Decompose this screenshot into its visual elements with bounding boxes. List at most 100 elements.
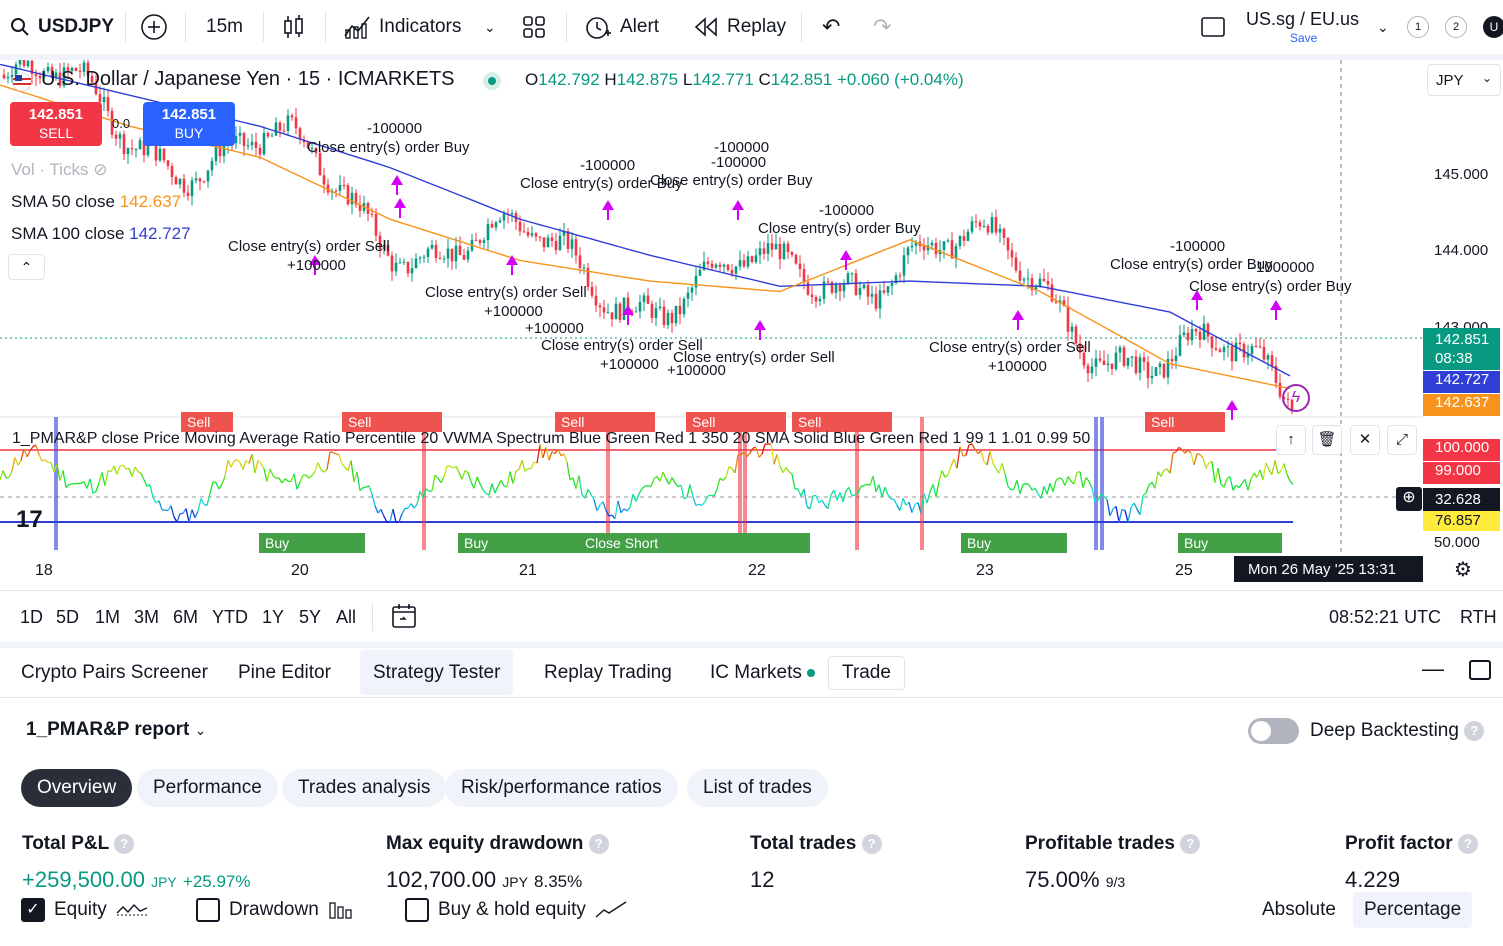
layout-dropdown[interactable]: ⌄: [1377, 0, 1389, 54]
tab-performance[interactable]: Performance: [137, 769, 278, 807]
checkbox-unchecked[interactable]: [405, 898, 429, 922]
buy-hold-checkbox[interactable]: Buy & hold equity: [405, 898, 627, 922]
help-icon[interactable]: ?: [588, 833, 609, 854]
help-icon[interactable]: ?: [114, 833, 135, 854]
range-1m[interactable]: 1M: [95, 607, 120, 628]
oscillator-legend[interactable]: 1_PMAR&P close Price Moving Average Rati…: [12, 430, 1090, 448]
layout-name[interactable]: US.sg / EU.us: [1246, 9, 1359, 30]
equity-checkbox[interactable]: ✓ Equity: [21, 898, 148, 922]
currency-select[interactable]: JPY ⌄: [1427, 64, 1501, 96]
maximize-pane-button[interactable]: ⤢: [1387, 425, 1417, 455]
utc-clock[interactable]: 08:52:21 UTC: [1329, 607, 1441, 628]
goto-date-button[interactable]: [390, 602, 418, 635]
indicators-button[interactable]: Indicators: [343, 0, 461, 54]
candle-body: [578, 255, 582, 268]
candle-body: [486, 223, 490, 241]
notification-2[interactable]: 2: [1445, 0, 1467, 54]
hidden-eye-icon[interactable]: ⊘: [93, 160, 107, 179]
sma50-legend[interactable]: SMA 50 close 142.637: [11, 192, 181, 212]
help-icon[interactable]: ?: [1464, 720, 1485, 741]
undo-button[interactable]: ↶: [822, 0, 840, 54]
oscillator-segment: [776, 454, 781, 467]
candle-body: [530, 233, 534, 236]
tab-trades-analysis[interactable]: Trades analysis: [282, 769, 447, 807]
range-all[interactable]: All: [336, 607, 356, 628]
tab-risk-ratios[interactable]: Risk/performance ratios: [445, 769, 678, 807]
market-status-icon[interactable]: [483, 72, 501, 90]
oscillator-segment: [1160, 470, 1165, 477]
range-1y[interactable]: 1Y: [262, 607, 284, 628]
lightning-icon[interactable]: ϟ: [1282, 384, 1310, 412]
sma100-legend[interactable]: SMA 100 close 142.727: [11, 224, 191, 244]
range-ytd[interactable]: YTD: [212, 607, 248, 628]
candle-body: [238, 132, 242, 136]
collapse-pane-button[interactable]: ✕: [1350, 425, 1380, 455]
range-1d[interactable]: 1D: [20, 607, 43, 628]
tab-replay-trading[interactable]: Replay Trading: [531, 650, 685, 695]
chart-title[interactable]: U.S. Dollar / Japanese Yen · 15 · ICMARK…: [41, 68, 455, 91]
range-3m[interactable]: 3M: [134, 607, 159, 628]
sell-button[interactable]: 142.851 SELL: [10, 102, 102, 146]
candle-body: [1094, 358, 1098, 367]
candle-body: [222, 144, 226, 157]
fullscreen-button[interactable]: [1200, 0, 1226, 54]
tab-trade[interactable]: Trade: [828, 656, 905, 690]
tab-overview[interactable]: Overview: [21, 769, 133, 807]
chart-pane[interactable]: SellSellSellSellSellSellBuyBuyBuyBuyBuyC…: [0, 60, 1503, 590]
session-toggle[interactable]: RTH: [1460, 607, 1497, 628]
range-5d[interactable]: 5D: [56, 607, 79, 628]
oscillator-segment: [902, 498, 907, 506]
tab-ic-markets[interactable]: IC Markets: [697, 650, 828, 695]
add-crosshair-button[interactable]: ⊕: [1396, 487, 1422, 511]
layout-save-label[interactable]: Save: [1290, 31, 1317, 45]
oscillator-segment: [1232, 484, 1237, 491]
tab-list-of-trades[interactable]: List of trades: [687, 769, 828, 807]
collapse-legend-button[interactable]: ⌃: [8, 254, 45, 280]
checkbox-checked[interactable]: ✓: [21, 898, 45, 922]
notification-1[interactable]: 1: [1407, 0, 1429, 54]
help-icon[interactable]: ?: [1457, 833, 1478, 854]
range-6m[interactable]: 6M: [173, 607, 198, 628]
layouts-button[interactable]: [522, 0, 546, 54]
candle-body: [334, 190, 338, 192]
deep-backtesting-toggle[interactable]: [1248, 718, 1299, 744]
redo-button[interactable]: ↷: [873, 0, 891, 54]
oscillator-segment: [209, 481, 214, 494]
buy-button[interactable]: 142.851 BUY: [143, 102, 235, 146]
arrow-up-icon: ↑: [1287, 431, 1295, 448]
oscillator-segment: [17, 459, 22, 466]
indicators-dropdown[interactable]: ⌄: [484, 0, 496, 54]
help-icon[interactable]: ?: [1180, 833, 1201, 854]
range-5y[interactable]: 5Y: [299, 607, 321, 628]
maximize-panel-button[interactable]: [1469, 660, 1491, 680]
toolbar-divider: [263, 12, 264, 42]
chart-settings-button[interactable]: ⚙: [1454, 557, 1472, 582]
candle-body: [474, 240, 478, 242]
move-pane-up-button[interactable]: ↑: [1276, 425, 1306, 455]
user-menu[interactable]: U: [1483, 0, 1503, 54]
symbol-search[interactable]: USDJPY: [10, 0, 114, 54]
minimize-panel-button[interactable]: —: [1422, 656, 1444, 682]
candle-body: [270, 135, 274, 137]
replay-button[interactable]: Replay: [693, 0, 786, 54]
compare-button[interactable]: [140, 0, 168, 54]
candle-body: [1046, 281, 1050, 285]
candle-body: [1066, 306, 1070, 332]
oscillator-segment: [548, 451, 553, 461]
report-title-dropdown[interactable]: 1_PMAR&P report ⌄: [26, 719, 206, 741]
currency-label: JPY: [1436, 72, 1464, 89]
tab-strategy-tester[interactable]: Strategy Tester: [360, 650, 514, 695]
oscillator-segment: [1229, 476, 1234, 491]
percentage-mode-button[interactable]: Percentage: [1353, 892, 1473, 928]
tab-crypto-pairs-screener[interactable]: Crypto Pairs Screener: [8, 650, 221, 695]
absolute-mode-button[interactable]: Absolute: [1251, 892, 1347, 928]
tab-pine-editor[interactable]: Pine Editor: [225, 650, 344, 695]
checkbox-unchecked[interactable]: [196, 898, 220, 922]
chart-type-button[interactable]: [282, 0, 306, 54]
volume-legend[interactable]: Vol · Ticks ⊘: [11, 160, 107, 180]
interval-button[interactable]: 15m: [206, 0, 243, 54]
drawdown-checkbox[interactable]: Drawdown: [196, 898, 354, 922]
delete-pane-button[interactable]: 🗑: [1312, 425, 1342, 455]
alert-button[interactable]: Alert: [584, 0, 659, 54]
help-icon[interactable]: ?: [861, 833, 882, 854]
